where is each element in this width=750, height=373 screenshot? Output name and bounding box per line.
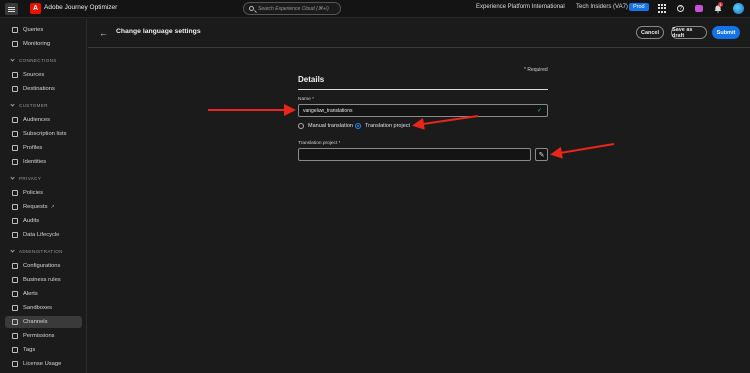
pencil-icon: ✎ <box>538 151 545 159</box>
sidebar: Queries Monitoring CONNECTIONS Sources D… <box>0 19 87 373</box>
arrow-left-icon[interactable]: ← <box>99 29 108 38</box>
configurations-icon <box>12 263 18 269</box>
translation-project-radio[interactable]: Translation project <box>355 123 410 129</box>
sidebar-item-audits[interactable]: Audits <box>12 215 39 227</box>
apps-grid-icon[interactable] <box>657 4 666 13</box>
radio-off-icon <box>298 123 304 129</box>
chevron-down-icon <box>10 57 15 62</box>
save-as-draft-button[interactable]: Save as draft <box>671 26 707 39</box>
hamburger-menu-icon[interactable] <box>5 3 18 15</box>
queries-icon <box>12 27 18 33</box>
chevron-down-icon <box>10 102 15 107</box>
translation-project-label: Translation project * <box>298 141 341 146</box>
cancel-button[interactable]: Cancel <box>636 26 664 39</box>
destinations-icon <box>12 86 18 92</box>
name-label: Name * <box>298 97 314 102</box>
sandboxes-icon <box>12 305 18 311</box>
tags-icon <box>12 347 18 353</box>
manual-translation-radio[interactable]: Manual translation <box>298 123 353 129</box>
notification-badge: 1 <box>718 2 723 7</box>
sidebar-item-monitoring[interactable]: Monitoring <box>12 38 50 50</box>
sidebar-item-permissions[interactable]: Permissions <box>12 330 55 342</box>
sidebar-item-identities[interactable]: Identities <box>12 156 46 168</box>
identities-icon <box>12 159 18 165</box>
monitoring-icon <box>12 41 18 47</box>
profiles-icon <box>12 145 18 151</box>
external-link-icon: ↗ <box>50 204 55 210</box>
avatar[interactable] <box>733 3 744 14</box>
chevron-down-icon <box>10 248 15 253</box>
sidebar-item-profiles[interactable]: Profiles <box>12 142 42 154</box>
sidebar-item-requests[interactable]: Requests ↗ <box>12 201 55 213</box>
section-privacy[interactable]: PRIVACY <box>10 175 41 181</box>
feedback-icon[interactable] <box>695 5 703 12</box>
sidebar-item-policies[interactable]: Policies <box>12 187 43 199</box>
divider <box>298 89 548 90</box>
environment-badge[interactable]: Prod <box>629 3 649 11</box>
section-administration[interactable]: ADMINISTRATION <box>10 248 63 254</box>
sidebar-item-queries[interactable]: Queries <box>12 24 43 36</box>
business-rules-icon <box>12 277 18 283</box>
radio-on-icon <box>355 123 361 129</box>
search-icon <box>249 6 254 11</box>
sidebar-item-license-usage[interactable]: License Usage <box>12 358 61 370</box>
app-title[interactable]: Adobe Journey Optimizer <box>44 4 117 11</box>
top-bar: A Adobe Journey Optimizer Search Experie… <box>0 0 750 18</box>
section-connections[interactable]: CONNECTIONS <box>10 57 57 63</box>
adobe-logo-icon[interactable]: A <box>30 3 41 14</box>
sources-icon <box>12 72 18 78</box>
policies-icon <box>12 190 18 196</box>
required-note: * Required <box>524 67 548 73</box>
subscription-icon <box>12 131 18 137</box>
sidebar-item-configurations[interactable]: Configurations <box>12 260 60 272</box>
name-value: vangeluw_translations <box>303 108 353 114</box>
audits-icon <box>12 218 18 224</box>
channels-icon <box>12 319 18 325</box>
sidebar-item-tags[interactable]: Tags <box>12 344 35 356</box>
page-header: ← Change language settings Cancel Save a… <box>88 19 750 48</box>
sandbox-switcher[interactable]: Tech Insiders (VA7) <box>576 4 628 10</box>
submit-button[interactable]: Submit <box>712 26 740 39</box>
checkmark-icon: ✓ <box>536 108 542 114</box>
page-title: Change language settings <box>116 28 201 35</box>
alerts-icon <box>12 291 18 297</box>
help-icon[interactable]: ? <box>677 5 684 12</box>
requests-icon <box>12 204 18 210</box>
search-placeholder: Search Experience Cloud (⌘+/) <box>258 5 329 12</box>
license-usage-icon <box>12 361 18 367</box>
details-heading: Details <box>298 75 325 84</box>
main-content: ← Change language settings Cancel Save a… <box>88 19 750 373</box>
chevron-down-icon <box>10 175 15 180</box>
edit-button[interactable]: ✎ <box>535 148 548 161</box>
translation-project-field[interactable] <box>298 148 531 161</box>
sidebar-item-destinations[interactable]: Destinations <box>12 83 55 95</box>
sidebar-item-audiences[interactable]: Audiences <box>12 114 50 126</box>
name-field[interactable]: vangeluw_translations ✓ <box>298 104 548 117</box>
sidebar-item-channels[interactable]: Channels <box>5 316 82 328</box>
sidebar-item-data-lifecycle[interactable]: Data Lifecycle <box>12 229 59 241</box>
search-input[interactable]: Search Experience Cloud (⌘+/) <box>243 2 341 15</box>
audiences-icon <box>12 117 18 123</box>
sidebar-item-subscription-lists[interactable]: Subscription lists <box>12 128 67 140</box>
permissions-icon <box>12 333 18 339</box>
sidebar-item-sources[interactable]: Sources <box>12 69 44 81</box>
data-lifecycle-icon <box>12 232 18 238</box>
sidebar-item-business-rules[interactable]: Business rules <box>12 274 61 286</box>
sidebar-item-alerts[interactable]: Alerts <box>12 288 38 300</box>
sidebar-item-sandboxes[interactable]: Sandboxes <box>12 302 52 314</box>
section-customer[interactable]: CUSTOMER <box>10 102 48 108</box>
org-switcher[interactable]: Experience Platform International <box>476 4 565 10</box>
